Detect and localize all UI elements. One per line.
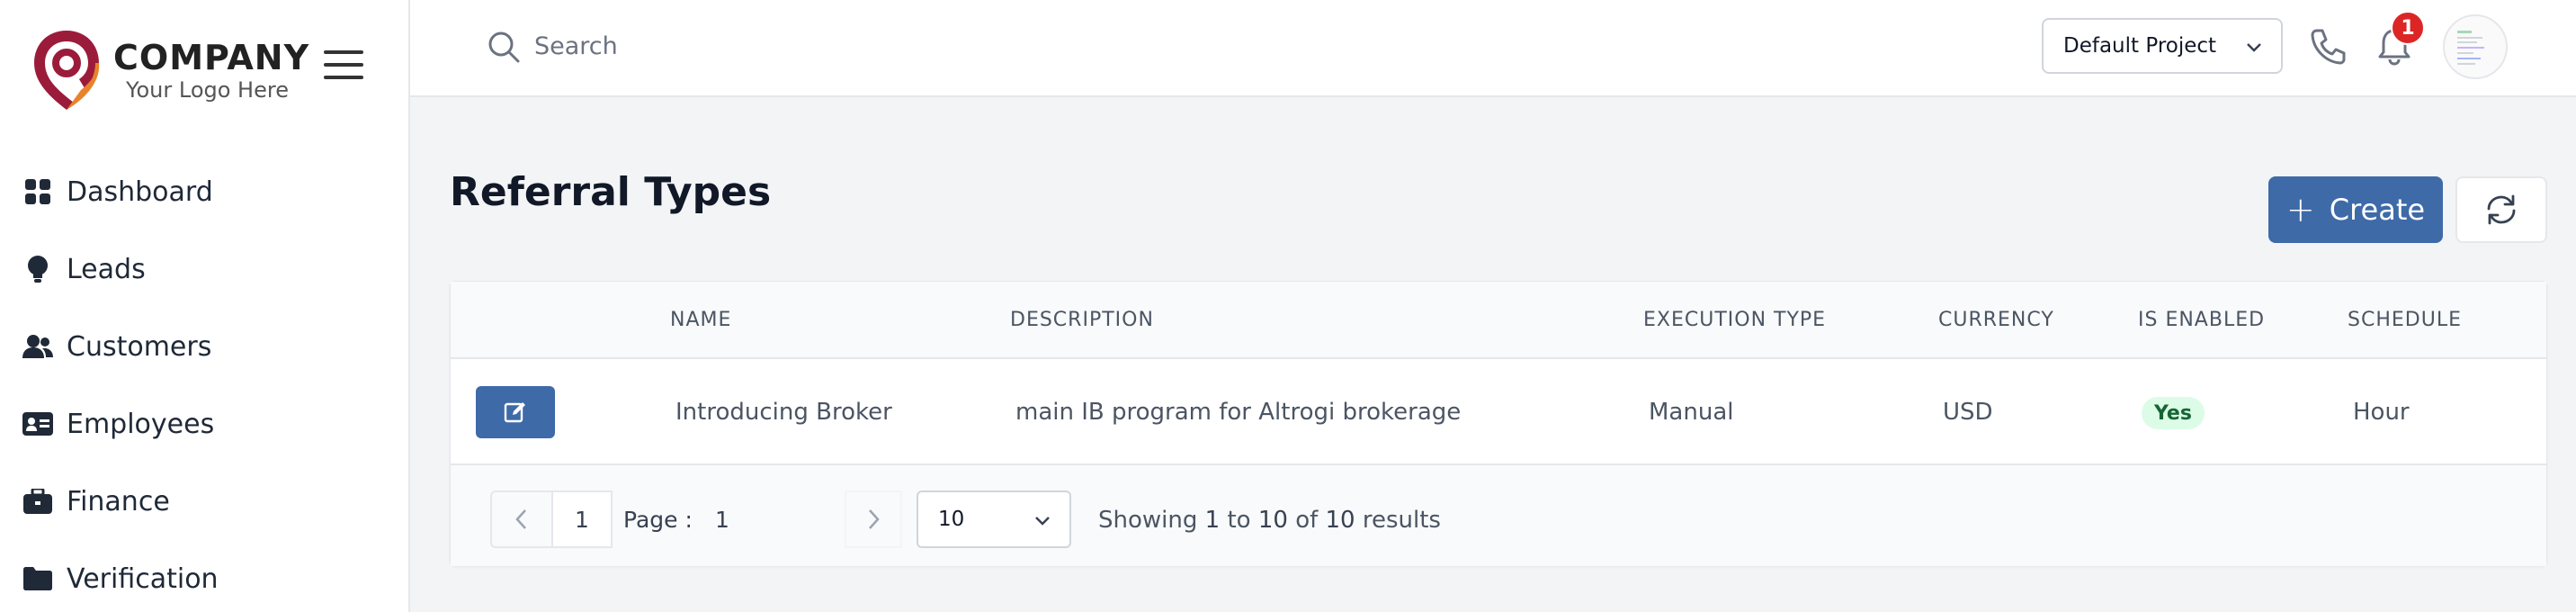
cell-schedule: Hour [2353,399,2410,426]
sidebar-item-label: Customers [67,330,212,363]
page-label: Page : [623,507,693,533]
sidebar-item-dashboard[interactable]: Dashboard [0,153,410,230]
page-size-value: 10 [938,508,965,531]
refresh-button[interactable] [2455,176,2547,243]
phone-icon[interactable] [2306,25,2349,68]
search-input[interactable] [534,25,1074,67]
table-row: Introducing Broker main IB program for A… [451,359,2546,465]
sidebar-item-label: Dashboard [67,176,213,208]
previous-page-button[interactable] [490,490,551,548]
pagination-bar: 1 Page : 1 10 Showing 1 to 10 of 10 resu… [451,465,2546,566]
top-header: Default Project 1 [410,0,2576,97]
cell-execution-type: Manual [1649,399,1734,426]
results-total: 10 [1325,507,1355,534]
sidebar-item-label: Verification [67,562,219,595]
company-logo[interactable]: COMPANY Your Logo Here [31,27,309,113]
results-summary: Showing 1 to 10 of 10 results [1098,507,1441,534]
results-to: 10 [1257,507,1288,534]
page-title: Referral Types [450,169,772,215]
status-badge: Yes [2142,397,2205,429]
sidebar-nav: Dashboard Leads Customers Employees Fina… [0,153,410,612]
next-page-button[interactable] [845,490,902,548]
sidebar-item-customers[interactable]: Customers [0,308,410,385]
results-of-word: of [1295,507,1319,534]
lightbulb-icon [22,253,54,285]
page-number-button[interactable]: 1 [551,490,613,548]
logo-pin-icon [34,31,100,110]
results-word: results [1362,507,1441,534]
table-header: NAME DESCRIPTION EXECUTION TYPE CURRENCY… [451,282,2546,359]
briefcase-icon [22,485,54,518]
plus-icon: + [2285,190,2315,230]
chevron-right-icon [869,509,880,529]
folder-icon [22,562,54,595]
cell-name: Introducing Broker [675,399,892,426]
chevron-down-icon [2247,43,2261,52]
cell-currency: USD [1943,399,1993,426]
column-header-execution-type[interactable]: EXECUTION TYPE [1643,309,1826,331]
sidebar-item-verification[interactable]: Verification [0,540,410,612]
logo-tagline: Your Logo Here [126,77,289,103]
column-header-name[interactable]: NAME [670,309,731,331]
logo-company-name: COMPANY [113,38,310,77]
sidebar-item-label: Employees [67,408,215,440]
notification-badge: 1 [2391,11,2425,45]
avatar-image [2457,31,2484,65]
column-header-schedule[interactable]: SCHEDULE [2348,309,2462,331]
sidebar-item-finance[interactable]: Finance [0,463,410,540]
current-page-value: 1 [715,507,729,533]
refresh-icon [2487,194,2516,225]
referral-types-table: NAME DESCRIPTION EXECUTION TYPE CURRENCY… [450,281,2547,566]
column-header-currency[interactable]: CURRENCY [1938,309,2054,331]
create-button[interactable]: + Create [2268,176,2443,243]
results-to-word: to [1227,507,1251,534]
avatar[interactable] [2443,14,2508,79]
menu-toggle-icon[interactable] [324,50,365,81]
create-button-label: Create [2329,193,2426,227]
edit-icon [504,402,525,423]
chevron-left-icon [515,509,526,529]
users-icon [22,330,54,363]
results-from: 1 [1204,507,1221,534]
page-size-select[interactable]: 10 [917,490,1071,548]
sidebar-item-label: Leads [67,253,146,285]
project-select-value: Default Project [2063,34,2217,58]
id-card-icon [22,408,54,440]
chevron-down-icon [1035,517,1050,526]
grid-icon [22,176,54,208]
column-header-is-enabled[interactable]: IS ENABLED [2138,309,2265,331]
sidebar-item-leads[interactable]: Leads [0,230,410,308]
results-prefix: Showing [1098,507,1198,534]
cell-description: main IB program for Altrogi brokerage [1015,399,1462,426]
sidebar-item-label: Finance [67,485,170,518]
sidebar-item-employees[interactable]: Employees [0,385,410,463]
column-header-description[interactable]: DESCRIPTION [1010,309,1154,331]
project-select[interactable]: Default Project [2042,18,2283,74]
edit-button[interactable] [476,386,555,438]
sidebar: COMPANY Your Logo Here Dashboard Leads C… [0,0,410,612]
search-icon [488,32,520,63]
